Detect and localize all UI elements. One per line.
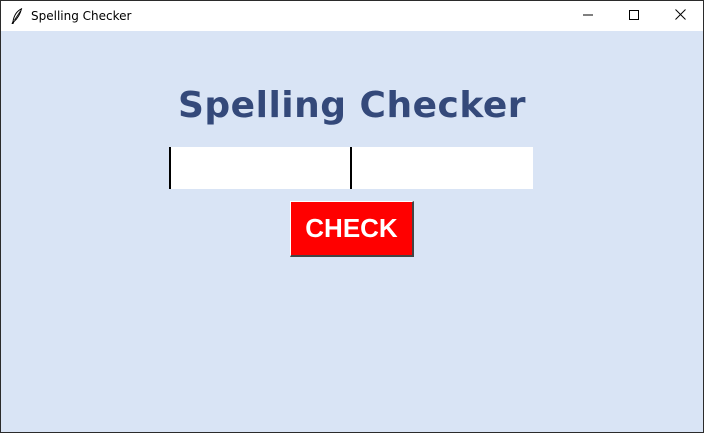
title-bar[interactable]: Spelling Checker — [1, 1, 703, 31]
maximize-icon — [629, 7, 639, 25]
word-input-left[interactable] — [169, 147, 352, 189]
word-input-right[interactable] — [352, 147, 533, 189]
feather-icon — [10, 8, 24, 24]
close-button[interactable] — [657, 1, 703, 31]
maximize-button[interactable] — [611, 1, 657, 31]
window-title: Spelling Checker — [31, 9, 132, 23]
minimize-button[interactable] — [565, 1, 611, 31]
window-controls — [565, 1, 703, 31]
check-button[interactable]: CHECK — [290, 201, 414, 257]
page-title: Spelling Checker — [177, 85, 526, 126]
app-window: Spelling Checker Spelling Checker CHECK — [0, 0, 704, 433]
main-content: Spelling Checker CHECK — [1, 31, 703, 432]
minimize-icon — [583, 7, 593, 25]
close-icon — [674, 7, 686, 25]
